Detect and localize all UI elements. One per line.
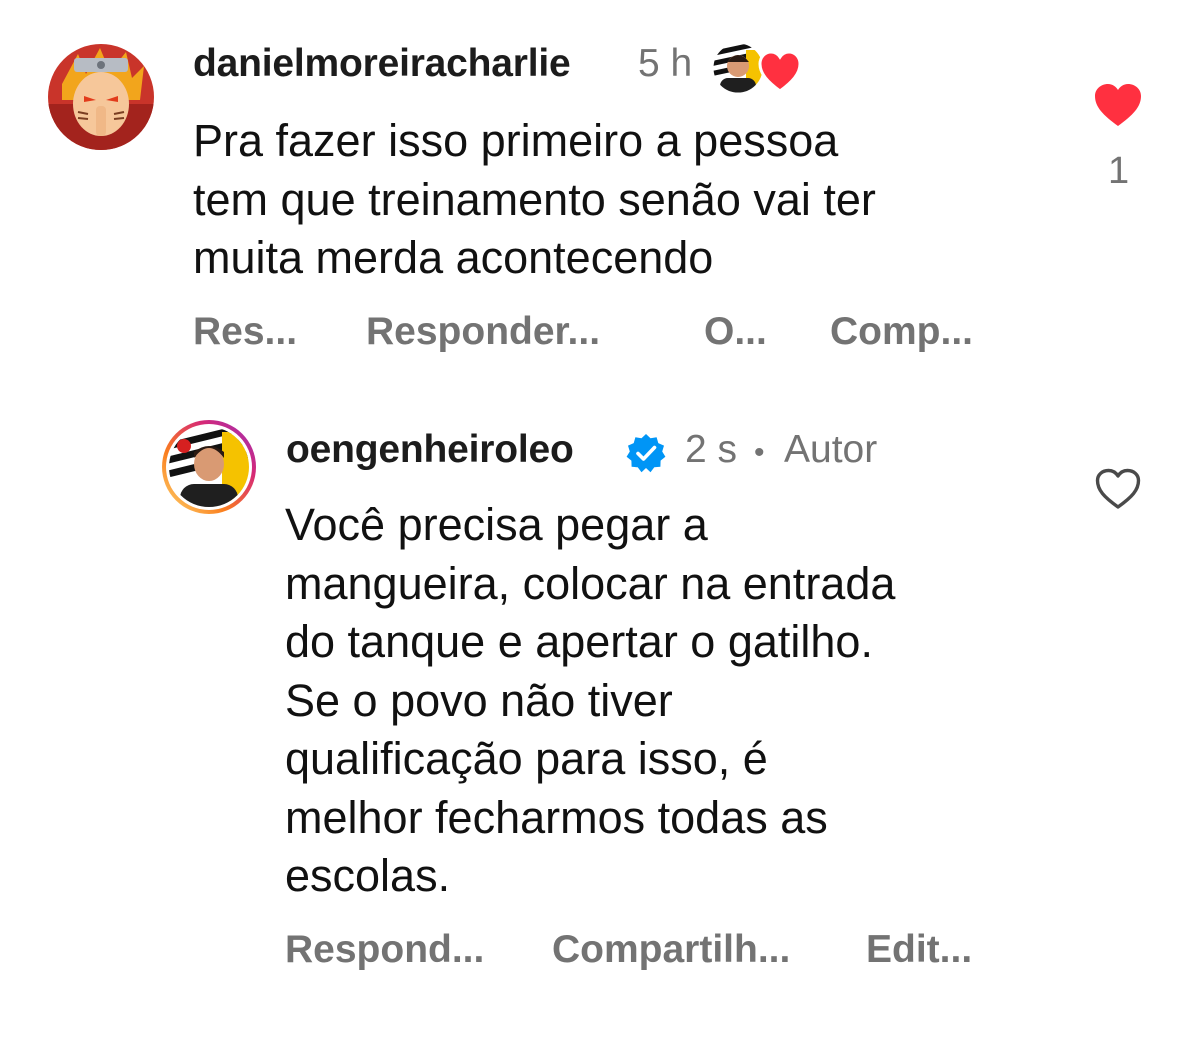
reply-username[interactable]: oengenheiroleo (286, 428, 574, 472)
reply-text-line: escolas. (285, 850, 451, 901)
comment-timestamp: 5 h (638, 42, 693, 85)
comment-text-line: Pra fazer isso primeiro a pessoa (193, 115, 839, 166)
reply-timestamp: 2 s (685, 428, 738, 471)
heart-outline-icon[interactable] (1094, 467, 1142, 511)
reply-text-line: qualificação para isso, é (285, 733, 768, 784)
reply-text-line: mangueira, colocar na entrada (285, 557, 896, 609)
commenter-avatar[interactable] (48, 44, 154, 150)
comment-like-count: 1 (1108, 150, 1130, 192)
reply-respond-button[interactable]: Respond... (285, 928, 484, 972)
heart-filled-icon[interactable] (1093, 82, 1143, 128)
author-liked-badge-icon (710, 40, 804, 96)
reply-text: Você precisa pegar a mangueira, colocar … (285, 496, 1065, 906)
author-label: Autor (784, 428, 878, 471)
reply-edit-button[interactable]: Edit... (866, 928, 972, 972)
reply-text-line: Se o povo não tiver (285, 674, 673, 726)
reply-text-line: melhor fecharmos todas as (285, 791, 828, 843)
reply-text-line: do tanque e apertar o gatilho. (285, 616, 873, 667)
comment-reply-action-button[interactable]: Responder... (366, 310, 600, 354)
reply-text-line: Você precisa pegar a (285, 499, 708, 550)
verified-badge-icon (625, 432, 667, 474)
comment-text: Pra fazer isso primeiro a pessoa tem que… (193, 112, 1073, 288)
profile-photo-avatar (162, 420, 256, 514)
comment-options-button[interactable]: O... (704, 310, 767, 354)
reply-avatar[interactable] (160, 418, 258, 516)
comment-reply-button[interactable]: Res... (193, 310, 297, 354)
anime-portrait-avatar (48, 44, 154, 150)
commenter-username[interactable]: danielmoreiracharlie (193, 42, 571, 86)
comment-share-button[interactable]: Comp... (830, 310, 973, 354)
comment-text-line: tem que treinamento senão vai ter (193, 173, 876, 225)
reply-share-button[interactable]: Compartilh... (552, 928, 790, 972)
meta-separator: • (754, 436, 765, 469)
comment-text-line: muita merda acontecendo (193, 232, 714, 283)
comments-screen: { "comment": { "username": "danielmoreir… (0, 0, 1200, 1041)
